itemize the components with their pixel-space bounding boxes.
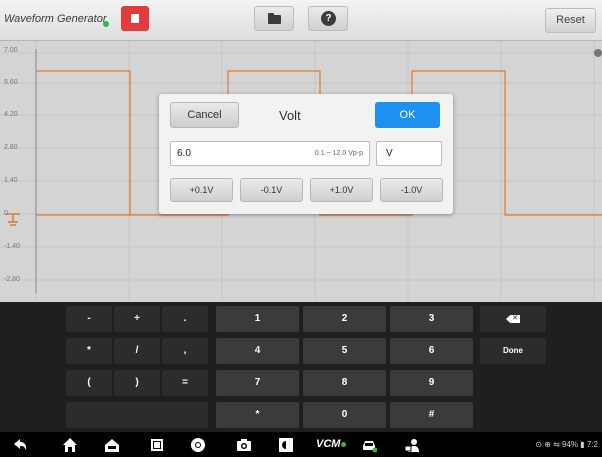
key-2[interactable]: 2 bbox=[303, 306, 386, 332]
key-spacebar[interactable] bbox=[66, 402, 208, 428]
ground-marker-icon[interactable] bbox=[6, 213, 20, 226]
key-3[interactable]: 3 bbox=[390, 306, 473, 332]
key-close-paren[interactable]: ) bbox=[114, 370, 160, 396]
status-bar-text: ⊙ ⊕ ⇋ 94% ▮ 7:2 bbox=[535, 440, 598, 449]
y-tick-label: 4.20 bbox=[4, 111, 18, 118]
key-period[interactable]: . bbox=[162, 306, 208, 332]
status-indicator-dot bbox=[103, 21, 109, 27]
minus-1-0v-button[interactable]: -1.0V bbox=[380, 178, 443, 202]
scroll-handle-icon[interactable] bbox=[594, 49, 602, 57]
y-tick-label: -2.80 bbox=[4, 276, 20, 283]
stop-button[interactable] bbox=[121, 6, 149, 31]
back-icon[interactable] bbox=[12, 437, 28, 453]
backspace-icon: ✕ bbox=[506, 315, 520, 323]
help-button[interactable]: ? bbox=[308, 6, 348, 31]
key-5[interactable]: 5 bbox=[303, 338, 386, 364]
plus-1-0v-button[interactable]: +1.0V bbox=[310, 178, 373, 202]
key-9[interactable]: 9 bbox=[390, 370, 473, 396]
vcm-icon[interactable]: VCM bbox=[316, 438, 347, 450]
y-tick-label: 1.40 bbox=[4, 177, 18, 184]
key-plus[interactable]: + bbox=[114, 306, 160, 332]
key-1[interactable]: 1 bbox=[216, 306, 299, 332]
key-hash[interactable]: # bbox=[390, 402, 473, 428]
y-tick-label: 0 bbox=[4, 210, 8, 217]
home-icon[interactable] bbox=[62, 437, 78, 453]
top-toolbar: Waveform Generator ? Reset bbox=[0, 0, 602, 41]
open-folder-button[interactable] bbox=[254, 6, 294, 31]
key-8[interactable]: 8 bbox=[303, 370, 386, 396]
key-slash[interactable]: / bbox=[114, 338, 160, 364]
remote-icon[interactable] bbox=[404, 437, 420, 453]
car-home-icon[interactable] bbox=[104, 437, 120, 453]
y-tick-label: -1.40 bbox=[4, 243, 20, 250]
range-hint: 0.1 ~ 12.0 Vp-p bbox=[314, 150, 363, 157]
dialog-title: Volt bbox=[279, 108, 301, 123]
unit-select[interactable]: V bbox=[376, 141, 442, 166]
vcm-label: VCM bbox=[316, 438, 341, 450]
folder-icon bbox=[268, 13, 281, 24]
key-asterisk[interactable]: * bbox=[66, 338, 112, 364]
y-tick-label: 7.00 bbox=[4, 47, 18, 54]
key-0[interactable]: 0 bbox=[303, 402, 386, 428]
key-4[interactable]: 4 bbox=[216, 338, 299, 364]
key-6[interactable]: 6 bbox=[390, 338, 473, 364]
y-tick-label: 5.60 bbox=[4, 79, 18, 86]
chrome-icon[interactable] bbox=[190, 437, 206, 453]
numeric-keyboard: - + . * / , ( ) = 1 2 3 4 5 6 7 8 9 * 0 … bbox=[0, 302, 602, 432]
key-equals[interactable]: = bbox=[162, 370, 208, 396]
key-7[interactable]: 7 bbox=[216, 370, 299, 396]
voltage-value-input[interactable]: 6.0 0.1 ~ 12.0 Vp-p bbox=[170, 141, 370, 166]
key-minus[interactable]: - bbox=[66, 306, 112, 332]
reset-button[interactable]: Reset bbox=[545, 8, 596, 33]
brightness-icon[interactable] bbox=[278, 437, 294, 453]
help-icon: ? bbox=[321, 11, 336, 26]
plus-0-1v-button[interactable]: +0.1V bbox=[170, 178, 233, 202]
waveform-generator-screen: Waveform Generator ? Reset 7.00 5.60 4.2… bbox=[0, 0, 602, 457]
y-tick-label: 2.80 bbox=[4, 144, 18, 151]
done-button[interactable]: Done bbox=[480, 338, 546, 364]
recents-icon[interactable] bbox=[149, 437, 165, 453]
voltage-value: 6.0 bbox=[177, 148, 191, 159]
stop-icon bbox=[131, 14, 139, 23]
key-comma[interactable]: , bbox=[162, 338, 208, 364]
backspace-button[interactable]: ✕ bbox=[480, 306, 546, 332]
key-star[interactable]: * bbox=[216, 402, 299, 428]
camera-icon[interactable] bbox=[236, 437, 252, 453]
ok-button[interactable]: OK bbox=[375, 102, 440, 128]
vehicle-icon[interactable] bbox=[361, 437, 377, 453]
system-navigation-bar: VCM ⊙ ⊕ ⇋ 94% ▮ 7:2 bbox=[0, 432, 602, 457]
volt-dialog: Cancel Volt OK 6.0 0.1 ~ 12.0 Vp-p V +0.… bbox=[159, 94, 453, 214]
cancel-button[interactable]: Cancel bbox=[170, 102, 239, 128]
minus-0-1v-button[interactable]: -0.1V bbox=[240, 178, 303, 202]
key-open-paren[interactable]: ( bbox=[66, 370, 112, 396]
app-title: Waveform Generator bbox=[4, 13, 107, 25]
